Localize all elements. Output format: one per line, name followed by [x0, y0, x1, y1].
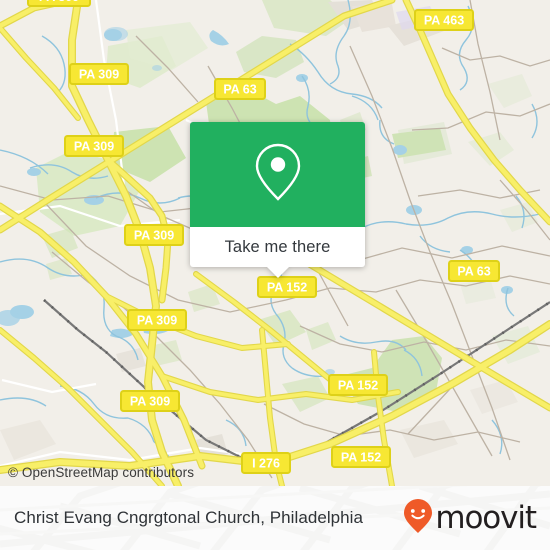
place-title: Christ Evang Cngrgtonal Church, Philadel… — [14, 508, 364, 527]
popup-tail — [266, 267, 289, 278]
map-shield: PA 309 — [124, 224, 184, 246]
svg-text:PA 309: PA 309 — [137, 314, 177, 328]
svg-text:PA 309: PA 309 — [79, 68, 119, 82]
map-shield: PA 309 — [64, 135, 124, 157]
map-shield: PA 309 — [127, 309, 187, 331]
map-shield: PA 463 — [414, 9, 474, 31]
map-shield: PA 152 — [257, 276, 317, 298]
popup-pin-panel — [190, 122, 365, 227]
svg-text:PA 63: PA 63 — [457, 265, 490, 279]
map-shield: PA 309 — [69, 63, 129, 85]
map-screenshot-root: PA 309 PA 309 PA 63 PA 463 — [0, 0, 550, 550]
moovit-logo[interactable]: moovit — [403, 498, 537, 539]
svg-text:PA 309: PA 309 — [39, 0, 79, 4]
map-shield: PA 309 — [120, 390, 180, 412]
popup-cta-panel[interactable]: Take me there — [190, 227, 365, 278]
map-shield: PA 152 — [328, 374, 388, 396]
take-me-there-label: Take me there — [224, 237, 331, 256]
svg-text:PA 152: PA 152 — [267, 281, 307, 295]
svg-text:PA 152: PA 152 — [341, 451, 381, 465]
map-shield: PA 63 — [214, 78, 266, 100]
svg-text:PA 309: PA 309 — [130, 395, 170, 409]
svg-text:PA 63: PA 63 — [223, 83, 256, 97]
map-shield: PA 309 — [27, 0, 91, 7]
map-marker-popup[interactable]: Take me there — [190, 122, 365, 278]
map-pin-icon — [252, 141, 304, 208]
svg-text:PA 309: PA 309 — [74, 140, 114, 154]
map-shield: PA 63 — [448, 260, 500, 282]
footer-bar: Christ Evang Cngrgtonal Church, Philadel… — [0, 486, 550, 550]
moovit-pin-icon — [403, 498, 433, 539]
map-attribution: © OpenStreetMap contributors — [8, 465, 195, 480]
footer-content: Christ Evang Cngrgtonal Church, Philadel… — [0, 486, 550, 550]
map-shield: PA 152 — [331, 446, 391, 468]
map-shield: I 276 — [241, 452, 291, 474]
svg-text:PA 309: PA 309 — [134, 229, 174, 243]
svg-text:I 276: I 276 — [252, 457, 280, 471]
svg-text:PA 463: PA 463 — [424, 14, 464, 28]
svg-text:PA 152: PA 152 — [338, 379, 378, 393]
moovit-wordmark: moovit — [435, 499, 537, 536]
